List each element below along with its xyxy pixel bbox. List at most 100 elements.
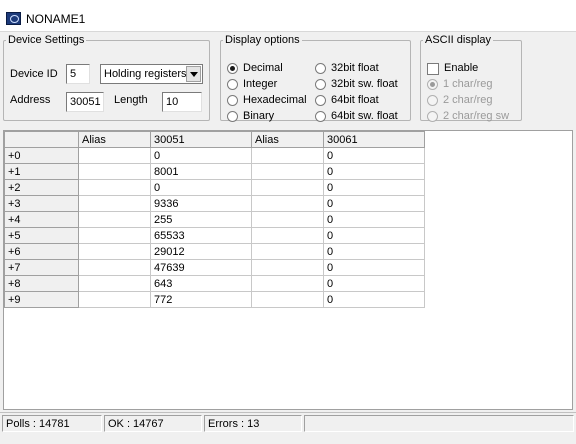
value-cell[interactable]: 643 xyxy=(150,275,252,292)
alias-cell[interactable] xyxy=(251,211,324,228)
radio-label-32bit-sw-float: 32bit sw. float xyxy=(331,78,398,90)
length-field[interactable]: 10 xyxy=(162,92,202,112)
table-row: +1 8001 0 xyxy=(4,163,425,180)
value-cell[interactable]: 0 xyxy=(323,275,425,292)
table-row: +4 255 0 xyxy=(4,211,425,228)
alias-cell[interactable] xyxy=(78,291,151,308)
alias-cell[interactable] xyxy=(251,275,324,292)
value-cell[interactable]: 255 xyxy=(150,211,252,228)
device-settings-legend: Device Settings xyxy=(8,34,85,46)
row-label: +3 xyxy=(4,195,79,212)
radio-1-char-reg[interactable] xyxy=(427,79,438,90)
table-row: +0 0 0 xyxy=(4,147,425,164)
alias-cell[interactable] xyxy=(251,195,324,212)
value-cell[interactable]: 0 xyxy=(323,147,425,164)
alias-cell[interactable] xyxy=(78,179,151,196)
alias-cell[interactable] xyxy=(251,147,324,164)
alias-cell[interactable] xyxy=(78,243,151,260)
device-id-field[interactable]: 5 xyxy=(66,64,90,84)
radio-integer[interactable] xyxy=(227,79,238,90)
value-cell[interactable]: 0 xyxy=(150,147,252,164)
register-grid[interactable]: Alias 30051 Alias 30061 +0 0 0 +1 8001 0 xyxy=(3,130,573,410)
value-cell[interactable]: 0 xyxy=(150,179,252,196)
ascii-display-group: ASCII display Enable 1 char/reg 2 char/r… xyxy=(420,34,522,122)
value-cell[interactable]: 0 xyxy=(323,291,425,308)
display-options-legend: Display options xyxy=(225,34,300,46)
value-cell[interactable]: 9336 xyxy=(150,195,252,212)
alias-cell[interactable] xyxy=(251,291,324,308)
function-select-value: Holding registers xyxy=(104,68,187,80)
row-label: +2 xyxy=(4,179,79,196)
radio-label-64bit-float: 64bit float xyxy=(331,94,379,106)
radio-label-32bit-float: 32bit float xyxy=(331,62,379,74)
row-label: +6 xyxy=(4,243,79,260)
address-header-2[interactable]: 30061 xyxy=(323,131,425,148)
alias-cell[interactable] xyxy=(251,179,324,196)
radio-label-2-char-reg: 2 char/reg xyxy=(443,94,493,106)
radio-label-binary: Binary xyxy=(243,110,275,122)
value-cell[interactable]: 0 xyxy=(323,211,425,228)
alias-cell[interactable] xyxy=(251,243,324,260)
alias-cell[interactable] xyxy=(251,163,324,180)
status-errors: Errors : 13 xyxy=(204,415,302,432)
ascii-enable-label: Enable xyxy=(444,62,479,74)
radio-binary[interactable] xyxy=(227,111,238,122)
alias-cell[interactable] xyxy=(251,227,324,244)
row-label: +0 xyxy=(4,147,79,164)
value-cell[interactable]: 0 xyxy=(323,195,425,212)
alias-header-1[interactable]: Alias xyxy=(78,131,151,148)
chevron-down-icon[interactable] xyxy=(186,66,201,82)
alias-cell[interactable] xyxy=(78,275,151,292)
value-cell[interactable]: 0 xyxy=(323,179,425,196)
table-row: +6 29012 0 xyxy=(4,243,425,260)
value-cell[interactable]: 8001 xyxy=(150,163,252,180)
value-cell[interactable]: 29012 xyxy=(150,243,252,260)
alias-cell[interactable] xyxy=(78,211,151,228)
radio-64bit-float[interactable] xyxy=(315,95,326,106)
row-label: +7 xyxy=(4,259,79,276)
title-bar: NONAME1 xyxy=(0,0,576,32)
address-field[interactable]: 30051 xyxy=(66,92,104,112)
function-select[interactable]: Holding registers xyxy=(100,64,203,84)
radio-decimal[interactable] xyxy=(227,63,238,74)
status-extra xyxy=(304,415,574,432)
table-row: +2 0 0 xyxy=(4,179,425,196)
alias-cell[interactable] xyxy=(78,147,151,164)
table-row: +3 9336 0 xyxy=(4,195,425,212)
row-label: +9 xyxy=(4,291,79,308)
row-label: +1 xyxy=(4,163,79,180)
display-options-group: Display options Decimal Integer Hexadeci… xyxy=(220,34,411,122)
radio-32bit-float[interactable] xyxy=(315,63,326,74)
alias-cell[interactable] xyxy=(78,259,151,276)
corner-header xyxy=(4,131,79,148)
radio-32bit-sw-float[interactable] xyxy=(315,79,326,90)
table-row: +7 47639 0 xyxy=(4,259,425,276)
radio-hexadecimal[interactable] xyxy=(227,95,238,106)
value-cell[interactable]: 0 xyxy=(323,259,425,276)
ascii-display-legend: ASCII display xyxy=(425,34,492,46)
register-table: Alias 30051 Alias 30061 +0 0 0 +1 8001 0 xyxy=(4,131,425,308)
row-label: +5 xyxy=(4,227,79,244)
radio-64bit-sw-float[interactable] xyxy=(315,111,326,122)
value-cell[interactable]: 0 xyxy=(323,163,425,180)
value-cell[interactable]: 0 xyxy=(323,227,425,244)
length-label: Length xyxy=(114,94,148,106)
value-cell[interactable]: 0 xyxy=(323,243,425,260)
value-cell[interactable]: 772 xyxy=(150,291,252,308)
value-cell[interactable]: 65533 xyxy=(150,227,252,244)
alias-cell[interactable] xyxy=(78,227,151,244)
address-header-1[interactable]: 30051 xyxy=(150,131,252,148)
ascii-enable-checkbox[interactable] xyxy=(427,63,439,75)
radio-label-hexadecimal: Hexadecimal xyxy=(243,94,307,106)
address-label: Address xyxy=(10,94,51,106)
radio-2-char-reg[interactable] xyxy=(427,95,438,106)
radio-label-1-char-reg: 1 char/reg xyxy=(443,78,493,90)
alias-cell[interactable] xyxy=(251,259,324,276)
alias-cell[interactable] xyxy=(78,195,151,212)
value-cell[interactable]: 47639 xyxy=(150,259,252,276)
radio-2-char-reg-sw[interactable] xyxy=(427,111,438,122)
table-row: +9 772 0 xyxy=(4,291,425,308)
alias-cell[interactable] xyxy=(78,163,151,180)
alias-header-2[interactable]: Alias xyxy=(251,131,324,148)
status-bar: Polls : 14781 OK : 14767 Errors : 13 xyxy=(0,412,576,444)
